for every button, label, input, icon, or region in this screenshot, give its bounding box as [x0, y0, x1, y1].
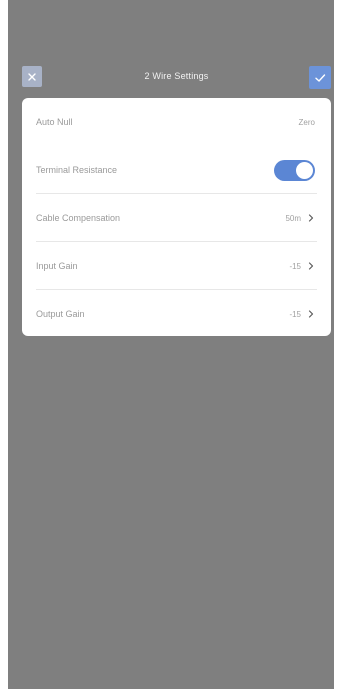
setting-label: Cable Compensation: [36, 213, 121, 223]
setting-row-cable-compensation[interactable]: Cable Compensation 50m: [22, 194, 331, 242]
setting-row-output-gain[interactable]: Output Gain -15: [22, 290, 331, 336]
dialog-title: 2 Wire Settings: [144, 71, 209, 81]
chevron-right-icon: [308, 310, 314, 318]
setting-value-group: -15: [289, 262, 315, 271]
chevron-right-icon: [308, 262, 314, 270]
dialog-header: 2 Wire Settings: [22, 66, 331, 91]
setting-label: Output Gain: [36, 309, 85, 319]
setting-label: Terminal Resistance: [36, 165, 118, 175]
setting-label: Input Gain: [36, 261, 78, 271]
setting-value: -15: [289, 261, 301, 271]
checkmark-icon: [315, 73, 326, 82]
setting-label: Auto Null: [36, 117, 73, 127]
setting-value: Zero: [298, 117, 315, 127]
terminal-resistance-toggle[interactable]: [274, 159, 315, 181]
confirm-button[interactable]: [309, 66, 331, 89]
close-button[interactable]: [22, 66, 42, 87]
setting-value-group: 50m: [285, 214, 315, 223]
setting-row-terminal-resistance: Terminal Resistance: [22, 146, 331, 194]
setting-value-group: -15: [289, 310, 315, 319]
setting-row-input-gain[interactable]: Input Gain -15: [22, 242, 331, 290]
setting-row-auto-null[interactable]: Auto Null Zero: [22, 98, 331, 146]
setting-value: 50m: [285, 213, 301, 223]
toggle-knob: [296, 161, 313, 179]
close-icon: [28, 72, 36, 81]
settings-panel: Auto Null Zero Terminal Resistance Cable…: [22, 98, 331, 336]
setting-value: -15: [289, 309, 301, 319]
chevron-right-icon: [308, 214, 314, 222]
